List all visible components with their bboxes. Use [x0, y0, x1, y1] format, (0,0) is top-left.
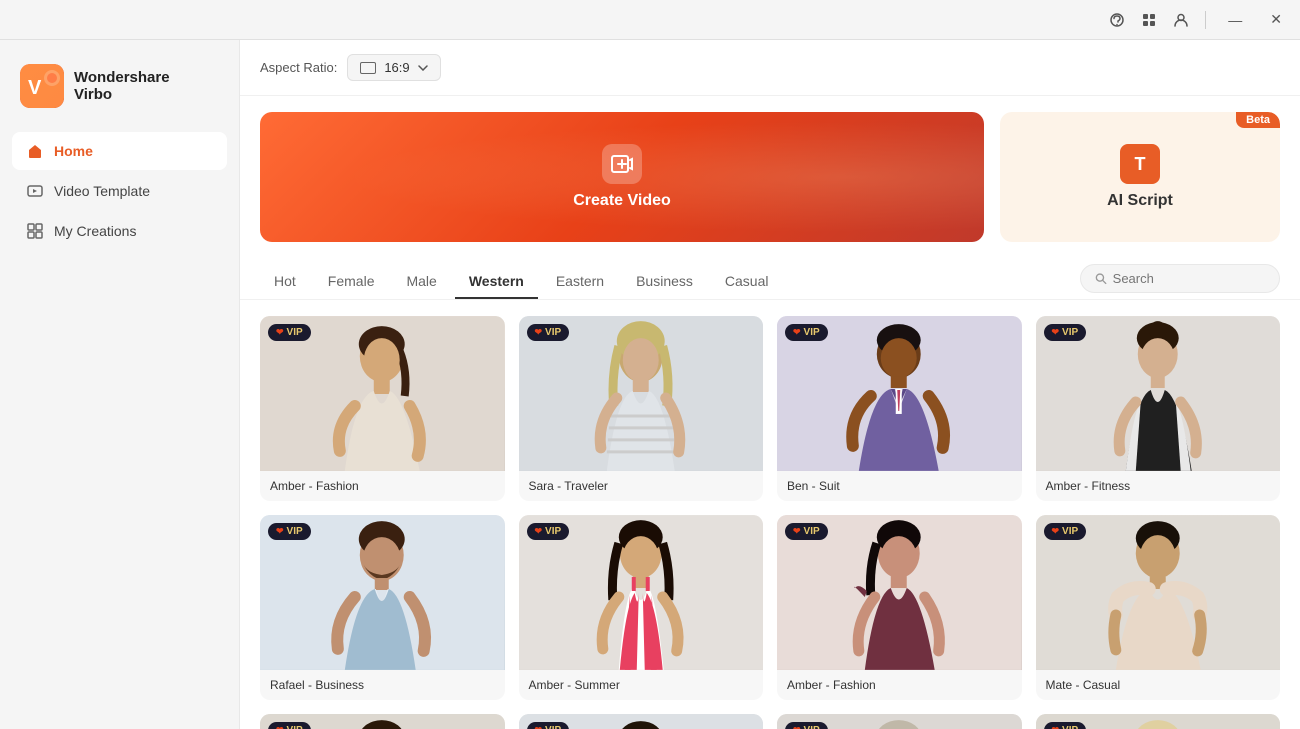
beta-badge: Beta: [1236, 112, 1280, 128]
vip-badge: ❤VIP: [785, 324, 828, 341]
avatar-image-sara-traveler: ❤VIP: [519, 316, 764, 471]
tab-female[interactable]: Female: [314, 265, 389, 299]
logo: V Wondershare Virbo: [0, 56, 239, 132]
search-input[interactable]: [1113, 271, 1265, 286]
user-icon[interactable]: [1173, 12, 1189, 28]
avatar-name-amber-summer: Amber - Summer: [519, 670, 764, 700]
tab-hot[interactable]: Hot: [260, 265, 310, 299]
avatar-image-row3-4: ❤VIP: [1036, 714, 1281, 729]
avatar-name-rafael-business: Rafael - Business: [260, 670, 505, 700]
vip-badge: ❤VIP: [527, 523, 570, 540]
avatar-image-row3-3: ❤VIP: [777, 714, 1022, 729]
avatar-card-row3-4[interactable]: ❤VIP: [1036, 714, 1281, 729]
tabs-bar: Hot Female Male Western Eastern Business…: [240, 258, 1300, 300]
support-icon[interactable]: [1109, 12, 1125, 28]
tab-male[interactable]: Male: [392, 265, 450, 299]
avatar-card-amber-summer[interactable]: ❤VIP: [519, 515, 764, 700]
logo-icon: V: [20, 64, 64, 108]
avatar-card-sara-traveler[interactable]: ❤VIP: [519, 316, 764, 501]
avatar-card-mate-casual[interactable]: ❤VIP: [1036, 515, 1281, 700]
my-creations-icon: [26, 222, 44, 240]
avatar-name-amber-fitness: Amber - Fitness: [1036, 471, 1281, 501]
avatar-image-mate-casual: ❤VIP: [1036, 515, 1281, 670]
avatar-name-amber-fashion-2: Amber - Fashion: [777, 670, 1022, 700]
main-content: Aspect Ratio: 16:9 Create Vide: [240, 40, 1300, 729]
sidebar-item-home[interactable]: Home: [12, 132, 227, 170]
avatar-card-row3-3[interactable]: ❤VIP: [777, 714, 1022, 729]
avatar-image-amber-fashion-1: ❤VIP: [260, 316, 505, 471]
aspect-ratio-select[interactable]: 16:9: [347, 54, 440, 81]
create-video-label: Create Video: [573, 192, 671, 210]
vip-badge: ❤VIP: [527, 324, 570, 341]
avatar-card-amber-fitness[interactable]: ❤VIP: [1036, 316, 1281, 501]
sidebar-item-my-creations[interactable]: My Creations: [12, 212, 227, 250]
ai-script-label: AI Script: [1107, 192, 1173, 210]
vip-badge: ❤VIP: [785, 722, 828, 729]
tab-business[interactable]: Business: [622, 265, 707, 299]
home-icon: [26, 142, 44, 160]
tab-items: Hot Female Male Western Eastern Business…: [260, 265, 1080, 299]
avatar-card-rafael-business[interactable]: ❤VIP: [260, 515, 505, 700]
avatar-image-amber-fashion-2: ❤VIP: [777, 515, 1022, 670]
avatar-grid: ❤VIP: [260, 316, 1280, 729]
sidebar-item-home-label: Home: [54, 143, 93, 159]
avatar-card-row3-1[interactable]: ❤VIP -: [260, 714, 505, 729]
avatar-card-ben-suit[interactable]: ❤VIP: [777, 316, 1022, 501]
vip-badge: ❤VIP: [785, 523, 828, 540]
ratio-icon: [360, 62, 376, 74]
aspect-ratio-label: Aspect Ratio:: [260, 60, 337, 75]
svg-text:V: V: [28, 77, 42, 99]
search-icon: [1095, 272, 1107, 285]
sidebar-nav: Home Video Template: [0, 132, 239, 250]
create-video-card[interactable]: Create Video: [260, 112, 984, 242]
vip-badge: ❤VIP: [268, 523, 311, 540]
avatar-image-rafael-business: ❤VIP: [260, 515, 505, 670]
tab-western[interactable]: Western: [455, 265, 538, 299]
title-bar-icons: — ✕: [1109, 9, 1288, 30]
create-video-icon: [602, 144, 642, 184]
avatar-image-amber-summer: ❤VIP: [519, 515, 764, 670]
sidebar-item-video-template-label: Video Template: [54, 183, 150, 199]
ai-script-icon: T: [1120, 144, 1160, 184]
minimize-button[interactable]: —: [1222, 10, 1248, 30]
divider: [1205, 11, 1206, 29]
vip-badge: ❤VIP: [1044, 722, 1087, 729]
app-body: V Wondershare Virbo Home: [0, 40, 1300, 729]
logo-text: Wondershare Virbo: [74, 69, 170, 103]
avatar-name-ben-suit: Ben - Suit: [777, 471, 1022, 501]
top-bar: Aspect Ratio: 16:9: [240, 40, 1300, 96]
avatar-name-sara-traveler: Sara - Traveler: [519, 471, 764, 501]
avatar-card-amber-fashion-1[interactable]: ❤VIP: [260, 316, 505, 501]
close-button[interactable]: ✕: [1264, 9, 1288, 30]
sidebar: V Wondershare Virbo Home: [0, 40, 240, 729]
aspect-ratio-value: 16:9: [384, 60, 409, 75]
ai-script-card[interactable]: Beta T AI Script: [1000, 112, 1280, 242]
vip-badge: ❤VIP: [527, 722, 570, 729]
vip-badge: ❤VIP: [1044, 523, 1087, 540]
sidebar-item-video-template[interactable]: Video Template: [12, 172, 227, 210]
vip-badge: ❤VIP: [1044, 324, 1087, 341]
avatar-image-amber-fitness: ❤VIP: [1036, 316, 1281, 471]
vip-badge: ❤VIP: [268, 722, 311, 729]
avatar-name-amber-fashion-1: Amber - Fashion: [260, 471, 505, 501]
sidebar-item-my-creations-label: My Creations: [54, 223, 136, 239]
avatar-card-row3-2[interactable]: ❤VIP -: [519, 714, 764, 729]
avatar-grid-container[interactable]: ❤VIP: [240, 300, 1300, 729]
tab-casual[interactable]: Casual: [711, 265, 783, 299]
avatar-image-row3-1: ❤VIP: [260, 714, 505, 729]
hero-section: Create Video Beta T AI Script: [240, 96, 1300, 258]
video-template-icon: [26, 182, 44, 200]
avatar-image-row3-2: ❤VIP: [519, 714, 764, 729]
title-bar: — ✕: [0, 0, 1300, 40]
avatar-name-mate-casual: Mate - Casual: [1036, 670, 1281, 700]
chevron-down-icon: [418, 65, 428, 71]
search-box[interactable]: [1080, 264, 1280, 293]
avatar-card-amber-fashion-2[interactable]: ❤VIP: [777, 515, 1022, 700]
grid-icon[interactable]: [1141, 12, 1157, 28]
vip-badge: ❤VIP: [268, 324, 311, 341]
avatar-image-ben-suit: ❤VIP: [777, 316, 1022, 471]
tab-eastern[interactable]: Eastern: [542, 265, 618, 299]
